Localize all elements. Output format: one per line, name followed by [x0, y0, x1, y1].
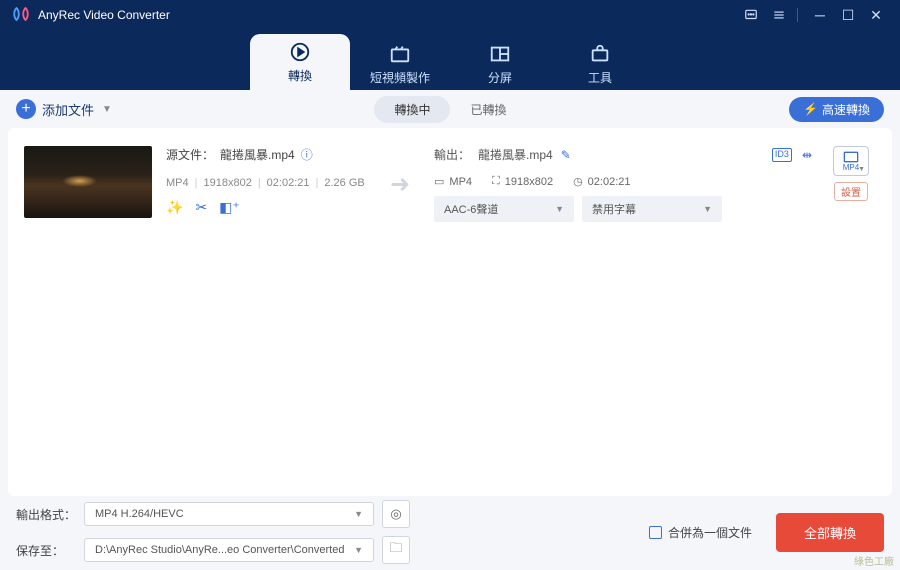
tab-collage[interactable]: 分屏: [450, 38, 550, 90]
status-tabs: 轉換中 已轉換: [374, 96, 526, 123]
edit-icon[interactable]: ✨: [166, 199, 183, 216]
settings-button[interactable]: 設置: [834, 182, 868, 201]
main-nav: 轉換 短視頻製作 分屏 工具: [0, 30, 900, 90]
output-filename: 龍捲風暴.mp4: [478, 146, 553, 163]
format-column: MP4 ▼ 設置: [826, 146, 876, 201]
merge-checkbox[interactable]: 合併為一個文件: [649, 524, 752, 541]
feedback-icon[interactable]: [739, 3, 763, 27]
output-column: 輸出：龍捲風暴.mp4 ✎ ID3 ⇹ ▭MP4 ⛶1918x802 ◷02:0…: [434, 146, 812, 222]
format-settings-icon[interactable]: ◎: [382, 500, 410, 528]
maximize-button[interactable]: ☐: [836, 3, 860, 27]
file-row: 源文件：龍捲風暴.mp4 ⓘ MP41918x80202:02:212.26 G…: [20, 138, 880, 230]
output-format-label: 輸出格式：: [16, 506, 76, 523]
source-filename: 龍捲風暴.mp4: [220, 146, 295, 163]
app-logo-icon: [12, 5, 30, 26]
titlebar: AnyRec Video Converter ─ ☐ ✕: [0, 0, 900, 30]
file-list: 源文件：龍捲風暴.mp4 ⓘ MP41918x80202:02:212.26 G…: [8, 128, 892, 496]
bolt-icon: ⚡: [803, 102, 818, 116]
toolbar: + 添加文件 ▼ 轉換中 已轉換 ⚡ 高速轉換: [0, 90, 900, 128]
source-column: 源文件：龍捲風暴.mp4 ⓘ MP41918x80202:02:212.26 G…: [166, 146, 366, 216]
add-file-button[interactable]: + 添加文件 ▼: [16, 99, 112, 119]
audio-select[interactable]: AAC-6聲道▼: [434, 196, 574, 222]
output-format-select[interactable]: MP4 H.264/HEVC▼: [84, 502, 374, 526]
bottom-bar: 輸出格式： MP4 H.264/HEVC▼ ◎ 保存至： D:\AnyRec S…: [0, 496, 900, 570]
source-meta: MP41918x80202:02:212.26 GB: [166, 177, 366, 189]
open-folder-icon[interactable]: 🗀: [382, 536, 410, 564]
video-icon: ▭: [434, 175, 444, 188]
subtitle-select[interactable]: 禁用字幕▼: [582, 196, 722, 222]
output-format-button[interactable]: MP4 ▼: [833, 146, 869, 176]
metadata-icon[interactable]: ID3: [772, 148, 792, 162]
tab-toolbox[interactable]: 工具: [550, 38, 650, 90]
watermark-text: 綠色工廠: [854, 553, 894, 568]
info-icon[interactable]: ⓘ: [301, 146, 313, 163]
compress-icon[interactable]: ⇹: [802, 148, 812, 162]
menu-icon[interactable]: [767, 3, 791, 27]
resolution-icon: ⛶: [492, 175, 500, 188]
rename-icon[interactable]: ✎: [561, 148, 571, 162]
chevron-down-icon: ▼: [102, 104, 112, 115]
tab-mv[interactable]: 短視頻製作: [350, 38, 450, 90]
checkbox-icon: [649, 526, 662, 539]
app-title: AnyRec Video Converter: [38, 8, 170, 22]
clock-icon: ◷: [573, 175, 583, 188]
cut-icon[interactable]: ✂: [195, 199, 207, 216]
high-speed-button[interactable]: ⚡ 高速轉換: [789, 97, 884, 122]
enhance-icon[interactable]: ◧⁺: [219, 199, 240, 216]
tab-convert[interactable]: 轉換: [250, 34, 350, 90]
arrow-icon: ➜: [380, 170, 420, 199]
convert-all-button[interactable]: 全部轉換: [776, 513, 884, 552]
video-thumbnail[interactable]: [24, 146, 152, 218]
tab-converting[interactable]: 轉換中: [374, 96, 450, 123]
save-to-label: 保存至：: [16, 542, 76, 559]
plus-icon: +: [16, 99, 36, 119]
minimize-button[interactable]: ─: [808, 3, 832, 27]
save-path-select[interactable]: D:\AnyRec Studio\AnyRe...eo Converter\Co…: [84, 538, 374, 562]
close-button[interactable]: ✕: [864, 3, 888, 27]
tab-converted[interactable]: 已轉換: [450, 96, 526, 123]
chevron-down-icon: ▼: [858, 166, 865, 173]
